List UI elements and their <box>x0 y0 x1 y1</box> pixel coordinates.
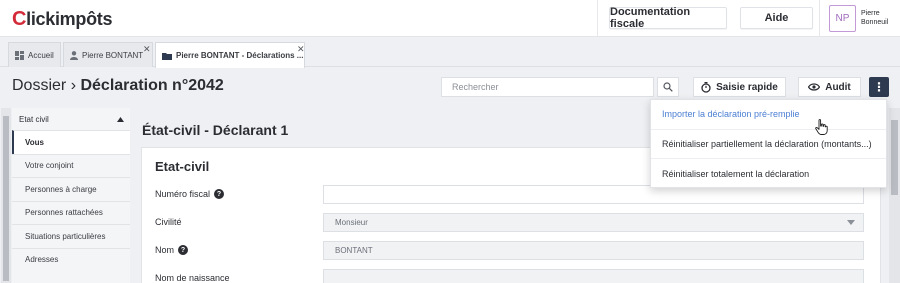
avatar[interactable]: NP <box>829 5 856 32</box>
documentation-button[interactable]: Documentation fiscale <box>609 6 727 30</box>
stopwatch-icon <box>701 81 711 93</box>
folder-icon <box>162 52 172 60</box>
tab-declarations[interactable]: Pierre BONTANT - Déclarations ... <box>155 42 305 68</box>
sidebar-item-situations-particulieres[interactable]: Situations particulières <box>12 224 130 248</box>
field-label-nom: Nom ? <box>155 245 189 255</box>
sidebar-section-etat-civil[interactable]: Etat civil <box>12 108 130 130</box>
nom-naissance-field[interactable] <box>323 269 864 283</box>
sidebar-item-adresses[interactable]: Adresses <box>12 247 130 272</box>
main-scrollbar[interactable] <box>889 108 900 283</box>
page-title: Déclaration n°2042 <box>80 77 224 94</box>
person-icon <box>70 50 78 60</box>
header-divider <box>819 0 820 36</box>
sidebar-item-personnes-rattachees[interactable]: Personnes rattachées <box>12 200 130 225</box>
search-icon <box>663 82 673 92</box>
quick-entry-button[interactable]: Saisie rapide <box>693 77 786 97</box>
top-header: Clickimpôts Documentation fiscale Aide N… <box>0 0 900 37</box>
search-input[interactable]: Rechercher <box>441 77 654 97</box>
menu-item-reset-partial[interactable]: Réinitialiser partiellement la déclarati… <box>651 130 886 160</box>
nom-field[interactable]: BONTANT <box>323 241 864 260</box>
sidebar-scrollbar[interactable] <box>1 108 11 283</box>
audit-button[interactable]: Audit <box>798 77 861 97</box>
sidebar-item-personnes-a-charge[interactable]: Personnes à charge <box>12 177 130 201</box>
breadcrumb-root[interactable]: Dossier <box>12 77 66 94</box>
scrollbar-thumb[interactable] <box>891 120 898 195</box>
help-icon[interactable]: ? <box>178 245 189 255</box>
field-label-numero-fiscal: Numéro fiscal ? <box>155 189 225 199</box>
chevron-up-icon <box>117 116 124 122</box>
kebab-icon: ⋮ <box>873 80 885 94</box>
breadcrumb: Dossier › Déclaration n°2042 <box>12 77 224 95</box>
chevron-down-icon <box>847 220 855 225</box>
breadcrumb-separator: › <box>70 77 77 94</box>
close-icon[interactable]: ✕ <box>143 44 151 55</box>
help-icon[interactable]: ? <box>214 189 225 199</box>
menu-item-reset-total[interactable]: Réinitialiser totalement la déclaration <box>651 159 886 189</box>
close-icon[interactable]: ✕ <box>297 44 305 55</box>
tab-client[interactable]: Pierre BONTANT <box>63 42 153 67</box>
tab-bar: Accueil Pierre BONTANT Pierre BONTANT - … <box>0 37 900 68</box>
section-title: État-civil - Déclarant 1 <box>142 122 289 138</box>
more-actions-button[interactable]: ⋮ <box>869 77 889 97</box>
user-name[interactable]: Pierre Bonneuil <box>861 9 888 27</box>
sidebar-nav: Etat civil Vous Votre conjoint Personnes… <box>12 108 130 283</box>
help-button[interactable]: Aide <box>740 7 813 29</box>
actions-dropdown-menu: Importer la déclaration pré-remplie Réin… <box>650 99 887 188</box>
eye-icon <box>808 83 821 91</box>
search-button[interactable] <box>657 77 679 97</box>
header-divider <box>597 0 598 36</box>
tab-home[interactable]: Accueil <box>8 42 61 67</box>
field-label-nom-naissance: Nom de naissance <box>155 273 230 283</box>
sidebar-item-conjoint[interactable]: Votre conjoint <box>12 153 130 178</box>
field-label-civilite: Civilité <box>155 217 182 227</box>
dashboard-icon <box>15 50 24 60</box>
scrollbar-thumb[interactable] <box>3 116 9 281</box>
app-logo[interactable]: Clickimpôts <box>12 8 112 31</box>
card-title: Etat-civil <box>155 159 210 174</box>
menu-item-import-prefilled[interactable]: Importer la déclaration pré-remplie <box>651 100 886 130</box>
hand-cursor-icon <box>815 119 828 135</box>
civilite-select[interactable]: Monsieur <box>323 213 864 232</box>
sidebar-item-vous[interactable]: Vous <box>12 130 130 154</box>
